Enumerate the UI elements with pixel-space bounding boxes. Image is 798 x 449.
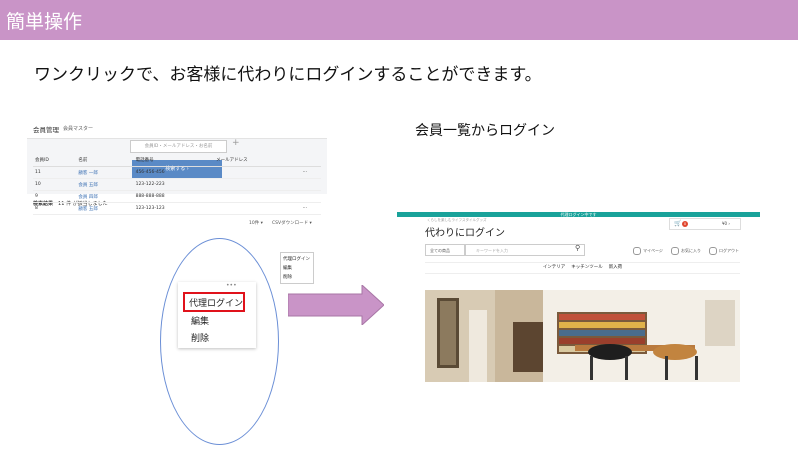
row-menu-icon[interactable]: ··· bbox=[300, 166, 321, 179]
zoom-delete-item[interactable]: 削除 bbox=[191, 331, 209, 344]
column-header: 会員ID bbox=[33, 154, 77, 167]
member-name-link[interactable]: 会員 四郎 bbox=[76, 190, 134, 203]
edit-menu-item[interactable]: 編集 bbox=[283, 264, 311, 273]
nav-new-arrivals[interactable]: 新入荷 bbox=[609, 265, 623, 270]
slide-header bbox=[0, 0, 798, 40]
keyword-input[interactable]: キーワードを入力 bbox=[465, 244, 585, 256]
user-icon bbox=[633, 247, 641, 255]
member-name-link[interactable]: 会員 五郎 bbox=[76, 178, 134, 191]
table-row: 8 顧客 五郎 123-123-123 ··· bbox=[33, 202, 321, 215]
table-row: 9 会員 四郎 888-888-888 bbox=[33, 190, 321, 203]
cart-button[interactable]: 🛒 0 ¥0 › bbox=[669, 218, 741, 230]
row-action-dropdown: 代理ログイン 編集 削除 bbox=[280, 252, 314, 284]
zoom-proxy-login-item[interactable]: 代理ログイン bbox=[189, 296, 243, 309]
slide-title: 簡単操作 bbox=[6, 11, 83, 33]
logout-link[interactable]: ログアウト bbox=[709, 247, 739, 255]
row-menu-icon[interactable]: ··· bbox=[300, 202, 321, 215]
cart-icon: 🛒 bbox=[674, 220, 682, 227]
admin-breadcrumb[interactable]: 会員マスター bbox=[63, 125, 93, 132]
logout-icon bbox=[709, 247, 717, 255]
category-select[interactable]: 全ての商品 bbox=[425, 244, 465, 256]
cart-amount: ¥0 › bbox=[722, 221, 730, 226]
cart-badge: 0 bbox=[682, 221, 688, 227]
per-page-select[interactable]: 10件 ▾ bbox=[249, 220, 263, 226]
member-name-link[interactable]: 顧客 一郎 bbox=[76, 166, 134, 179]
column-header: 電話番号 bbox=[133, 154, 215, 167]
zoom-edit-item[interactable]: 編集 bbox=[191, 314, 209, 327]
heart-icon bbox=[671, 247, 679, 255]
storefront-caption: 会員一覧からログイン bbox=[415, 123, 555, 139]
admin-topbar: 会員管理 会員マスター bbox=[27, 118, 327, 139]
table-row: 10 会員 五郎 123-122-223 bbox=[33, 178, 321, 191]
nav-interior[interactable]: インテリア bbox=[543, 265, 566, 270]
storefront-screenshot: 代理ログイン中です くらしを楽しむライフスタイルグッズ 代わりにログイン 🛒 0… bbox=[397, 212, 760, 382]
column-header: メールアドレス bbox=[214, 154, 301, 167]
table-row: 11 顧客 一郎 456-456-456 ··· bbox=[33, 166, 321, 179]
slide-subtitle: ワンクリックで、お客様に代わりにログインすることができます。 bbox=[34, 65, 542, 85]
csv-download-button[interactable]: CSVダウンロード ▾ bbox=[272, 220, 312, 226]
search-icon[interactable]: ⚲ bbox=[575, 244, 580, 252]
store-tagline: くらしを楽しむライフスタイルグッズ bbox=[427, 218, 487, 222]
proxy-login-menu-item[interactable]: 代理ログイン bbox=[283, 255, 311, 264]
favorites-link[interactable]: お気に入り bbox=[671, 247, 701, 255]
member-table: 会員ID 名前 電話番号 メールアドレス 11 顧客 一郎 456-456-45… bbox=[33, 154, 321, 215]
plus-icon[interactable]: + bbox=[232, 138, 240, 148]
store-logo[interactable]: 代わりにログイン bbox=[425, 224, 505, 239]
hero-image bbox=[425, 290, 740, 382]
column-header: 名前 bbox=[76, 154, 134, 167]
member-search-input[interactable]: 会員ID・メールアドレス・お名前 bbox=[130, 140, 227, 153]
nav-kitchen[interactable]: キッチンツール bbox=[571, 265, 603, 270]
right-arrow-icon bbox=[288, 285, 384, 325]
member-name-link[interactable]: 顧客 五郎 bbox=[76, 202, 134, 215]
delete-menu-item[interactable]: 削除 bbox=[283, 273, 311, 282]
proxy-login-banner: 代理ログイン中です bbox=[397, 212, 760, 217]
category-nav: インテリア キッチンツール 新入荷 bbox=[425, 262, 740, 274]
admin-page-title: 会員管理 bbox=[33, 126, 59, 134]
mypage-link[interactable]: マイページ bbox=[633, 247, 663, 255]
table-header-row: 会員ID 名前 電話番号 メールアドレス bbox=[33, 154, 321, 167]
more-icon[interactable]: ••• bbox=[226, 282, 237, 289]
